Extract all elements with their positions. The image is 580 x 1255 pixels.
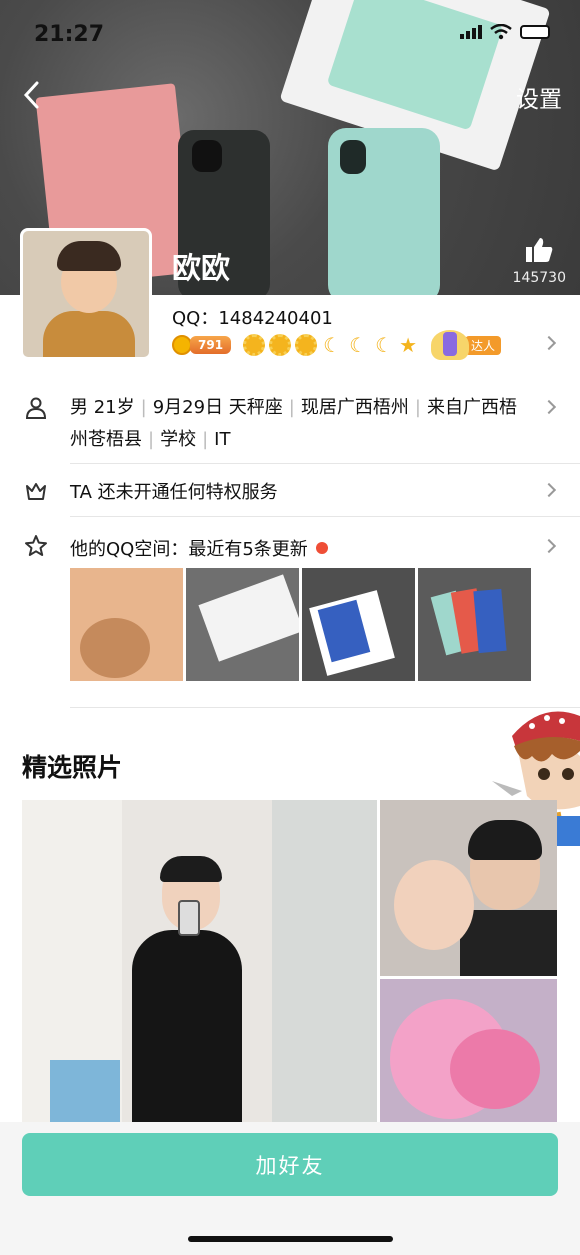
talent-badge: 达人 (431, 330, 502, 360)
divider (70, 463, 580, 464)
chevron-right-icon[interactable] (541, 482, 557, 498)
info-school: 学校 (160, 429, 197, 450)
red-dot-badge (315, 542, 328, 554)
divider (70, 516, 580, 517)
add-friend-button[interactable]: 加好友 (22, 1133, 558, 1196)
avatar[interactable] (20, 228, 152, 360)
profile-page: 21:27 设置 欧欧 145730 QQ：1484240401 791 ☾ ☾… (0, 0, 580, 1255)
featured-photo[interactable] (380, 800, 557, 976)
sun-icon (295, 334, 318, 356)
featured-photo[interactable] (380, 979, 557, 1125)
phone-green (328, 128, 440, 295)
wifi-icon (490, 24, 512, 40)
qzone-thumbnail[interactable] (418, 568, 531, 681)
star-icon: ★ (399, 333, 417, 357)
privilege-text[interactable]: TA 还未开通任何特权服务 (70, 478, 278, 504)
sun-icon (269, 334, 292, 356)
qzone-thumbnail[interactable] (302, 568, 415, 681)
coin-level: 791 (190, 336, 232, 354)
like-count: 145730 (512, 270, 566, 286)
signal-icon (460, 25, 482, 39)
talent-tag: 达人 (465, 335, 502, 355)
status-icons (460, 24, 550, 40)
info-location: 现居广西梧州 (300, 397, 409, 418)
chevron-right-icon[interactable] (541, 538, 557, 554)
section-title: 精选照片 (22, 753, 123, 782)
info-gender-age: 男 21岁 (70, 397, 135, 418)
qzone-link[interactable]: 他的QQ空间： 最近有5条更新 (70, 535, 328, 561)
like-button[interactable]: 145730 (513, 236, 566, 286)
chevron-right-icon[interactable] (541, 335, 557, 351)
home-indicator[interactable] (188, 1236, 393, 1242)
person-icon (25, 397, 47, 419)
basic-info[interactable]: 男 21岁 | 9月29日 天秤座 | 现居广西梧州 | 来自广西梧州苍梧县 | 学校 | IT (70, 392, 530, 456)
moon-icon: ☾ (375, 333, 394, 357)
star-outline-icon (25, 535, 47, 556)
info-birthday: 9月29日 天秤座 (152, 397, 283, 418)
featured-photo-main[interactable] (22, 800, 377, 1125)
nickname: 欧欧 (172, 251, 231, 285)
qq-label: QQ： (172, 308, 219, 329)
chevron-right-icon[interactable] (541, 399, 557, 415)
crown-icon (26, 483, 46, 500)
settings-button[interactable]: 设置 (516, 80, 562, 114)
qzone-thumbnails (70, 568, 531, 681)
thumbs-up-icon (526, 238, 553, 262)
moon-icon: ☾ (349, 333, 368, 357)
qzone-label: 他的QQ空间： (70, 539, 189, 560)
back-arrow-icon[interactable] (20, 80, 44, 110)
qzone-update: 最近有5条更新 (188, 539, 308, 560)
battery-icon (520, 25, 550, 39)
qzone-thumbnail[interactable] (186, 568, 299, 681)
angel-wing-icon (431, 330, 469, 360)
qzone-thumbnail[interactable] (70, 568, 183, 681)
moon-icon: ☾ (323, 333, 342, 357)
level-badges[interactable]: 791 ☾ ☾ ☾ ★ 达人 (172, 330, 502, 360)
status-time: 21:27 (34, 22, 105, 47)
sun-icon (243, 334, 266, 356)
info-job: IT (214, 429, 231, 450)
qq-number-line: QQ：1484240401 (172, 304, 333, 330)
qq-number: 1484240401 (218, 308, 333, 329)
coin-icon (172, 335, 192, 355)
